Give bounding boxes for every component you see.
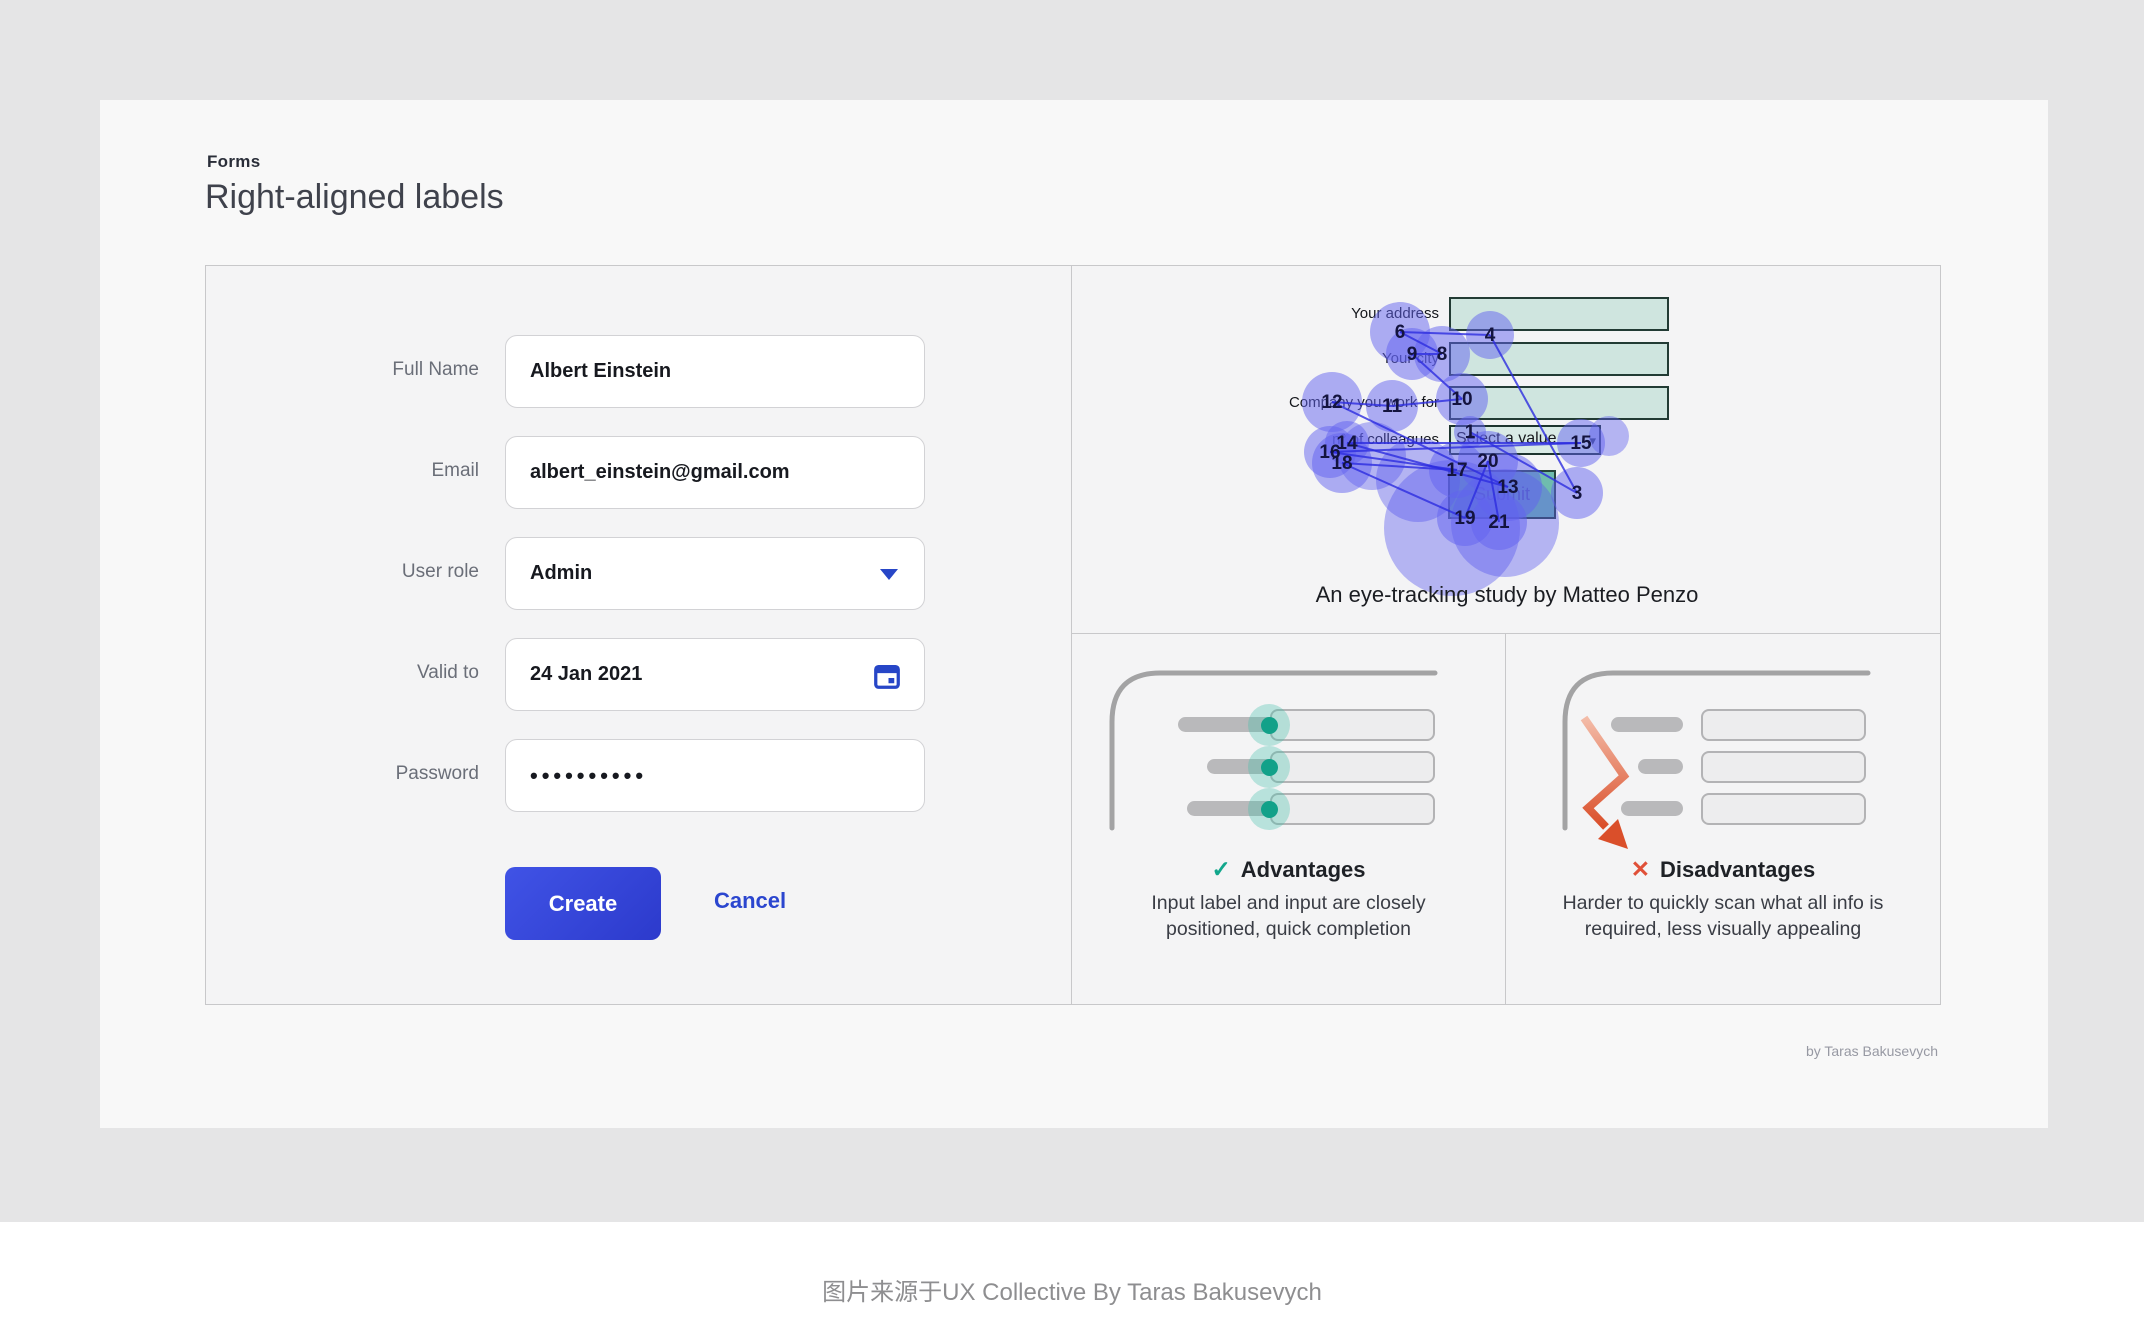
chevron-down-icon[interactable]	[880, 569, 898, 580]
user-role-select[interactable]: Admin	[505, 537, 925, 610]
proximity-dot-core	[1261, 717, 1278, 734]
gaze-plot-overlay: 134689101112131415161718192021	[1072, 266, 1942, 635]
disadvantages-body: Harder to quickly scan what all info is …	[1548, 890, 1898, 942]
password-field[interactable]: ••••••••••	[505, 739, 925, 812]
form-row-password: Password ••••••••••	[206, 739, 1073, 812]
svg-text:18: 18	[1331, 453, 1352, 474]
email-value: albert_einstein@gmail.com	[530, 461, 790, 484]
svg-text:15: 15	[1570, 433, 1592, 454]
email-field[interactable]: albert_einstein@gmail.com	[505, 436, 925, 509]
svg-text:9: 9	[1407, 344, 1418, 365]
mini-input-box	[1701, 751, 1866, 783]
panel-grid: Full Name Albert Einstein Email albert_e…	[205, 265, 1941, 1005]
mini-input-box	[1270, 751, 1435, 783]
proximity-dot-icon	[1248, 788, 1290, 830]
form-row-email: Email albert_einstein@gmail.com	[206, 436, 1073, 509]
page: Forms Right-aligned labels Full Name Alb…	[0, 0, 2144, 1340]
zigzag-arrow-icon	[1584, 718, 1628, 849]
disadvantages-title: Disadvantages	[1660, 857, 1815, 882]
eye-tracking-panel: Your addressYour cityCompany you work fo…	[1071, 265, 1941, 634]
full-name-value: Albert Einstein	[530, 360, 671, 383]
password-value: ••••••••••	[530, 763, 647, 789]
mini-input-box	[1270, 709, 1435, 741]
svg-text:20: 20	[1477, 451, 1498, 472]
calendar-icon[interactable]	[872, 661, 902, 691]
advantages-title: Advantages	[1241, 857, 1366, 882]
svg-text:4: 4	[1485, 325, 1496, 346]
svg-text:6: 6	[1395, 322, 1406, 343]
user-role-value: Admin	[530, 562, 592, 585]
x-icon: ✕	[1631, 856, 1650, 882]
eye-tracking-diagram: Your addressYour cityCompany you work fo…	[1072, 266, 1942, 635]
email-label: Email	[206, 460, 479, 482]
mini-label-bar	[1621, 801, 1683, 816]
proximity-dot-core	[1261, 801, 1278, 818]
proximity-dot-icon	[1248, 746, 1290, 788]
form-row-valid-to: Valid to 24 Jan 2021	[206, 638, 1073, 711]
form-row-user-role: User role Admin	[206, 537, 1073, 610]
page-title: Right-aligned labels	[205, 178, 504, 217]
mini-input-box	[1701, 793, 1866, 825]
mini-input-box	[1270, 793, 1435, 825]
mini-input-box	[1701, 709, 1866, 741]
disadvantages-title-row: ✕ Disadvantages	[1506, 856, 1940, 883]
user-role-label: User role	[206, 561, 479, 583]
svg-text:10: 10	[1451, 389, 1472, 410]
form-row-full-name: Full Name Albert Einstein	[206, 335, 1073, 408]
svg-text:19: 19	[1454, 508, 1475, 529]
eye-tracking-caption: An eye-tracking study by Matteo Penzo	[1072, 582, 1942, 608]
svg-text:1: 1	[1465, 422, 1476, 443]
proximity-dot-core	[1261, 759, 1278, 776]
create-button[interactable]: Create	[505, 867, 661, 940]
full-name-input[interactable]: Albert Einstein	[505, 335, 925, 408]
rounded-bracket-shape	[1506, 634, 1942, 864]
disadvantages-panel: ✕ Disadvantages Harder to quickly scan wh…	[1505, 633, 1941, 1005]
mini-label-bar	[1611, 717, 1683, 732]
section-kicker: Forms	[207, 152, 260, 172]
svg-text:12: 12	[1321, 392, 1342, 413]
valid-to-value: 24 Jan 2021	[530, 663, 642, 686]
cancel-button[interactable]: Cancel	[714, 888, 786, 914]
form-panel: Full Name Albert Einstein Email albert_e…	[205, 265, 1072, 1005]
valid-to-date-input[interactable]: 24 Jan 2021	[505, 638, 925, 711]
advantages-panel: ✓ Advantages Input label and input are cl…	[1071, 633, 1506, 1005]
svg-text:13: 13	[1497, 477, 1518, 498]
mini-label-bar	[1638, 759, 1683, 774]
advantages-title-row: ✓ Advantages	[1072, 856, 1505, 883]
author-credit: by Taras Bakusevych	[1538, 1043, 1938, 1059]
valid-to-label: Valid to	[206, 662, 479, 684]
svg-text:3: 3	[1572, 483, 1583, 504]
check-icon: ✓	[1212, 856, 1231, 882]
full-name-label: Full Name	[206, 359, 479, 381]
image-source-caption: 图片来源于UX Collective By Taras Bakusevych	[0, 1272, 2144, 1307]
svg-text:21: 21	[1488, 512, 1510, 533]
svg-text:8: 8	[1437, 344, 1448, 365]
svg-text:11: 11	[1382, 396, 1403, 417]
proximity-dot-icon	[1248, 704, 1290, 746]
password-label: Password	[206, 763, 479, 785]
advantages-body: Input label and input are closely positi…	[1124, 890, 1454, 942]
svg-text:17: 17	[1446, 460, 1467, 481]
